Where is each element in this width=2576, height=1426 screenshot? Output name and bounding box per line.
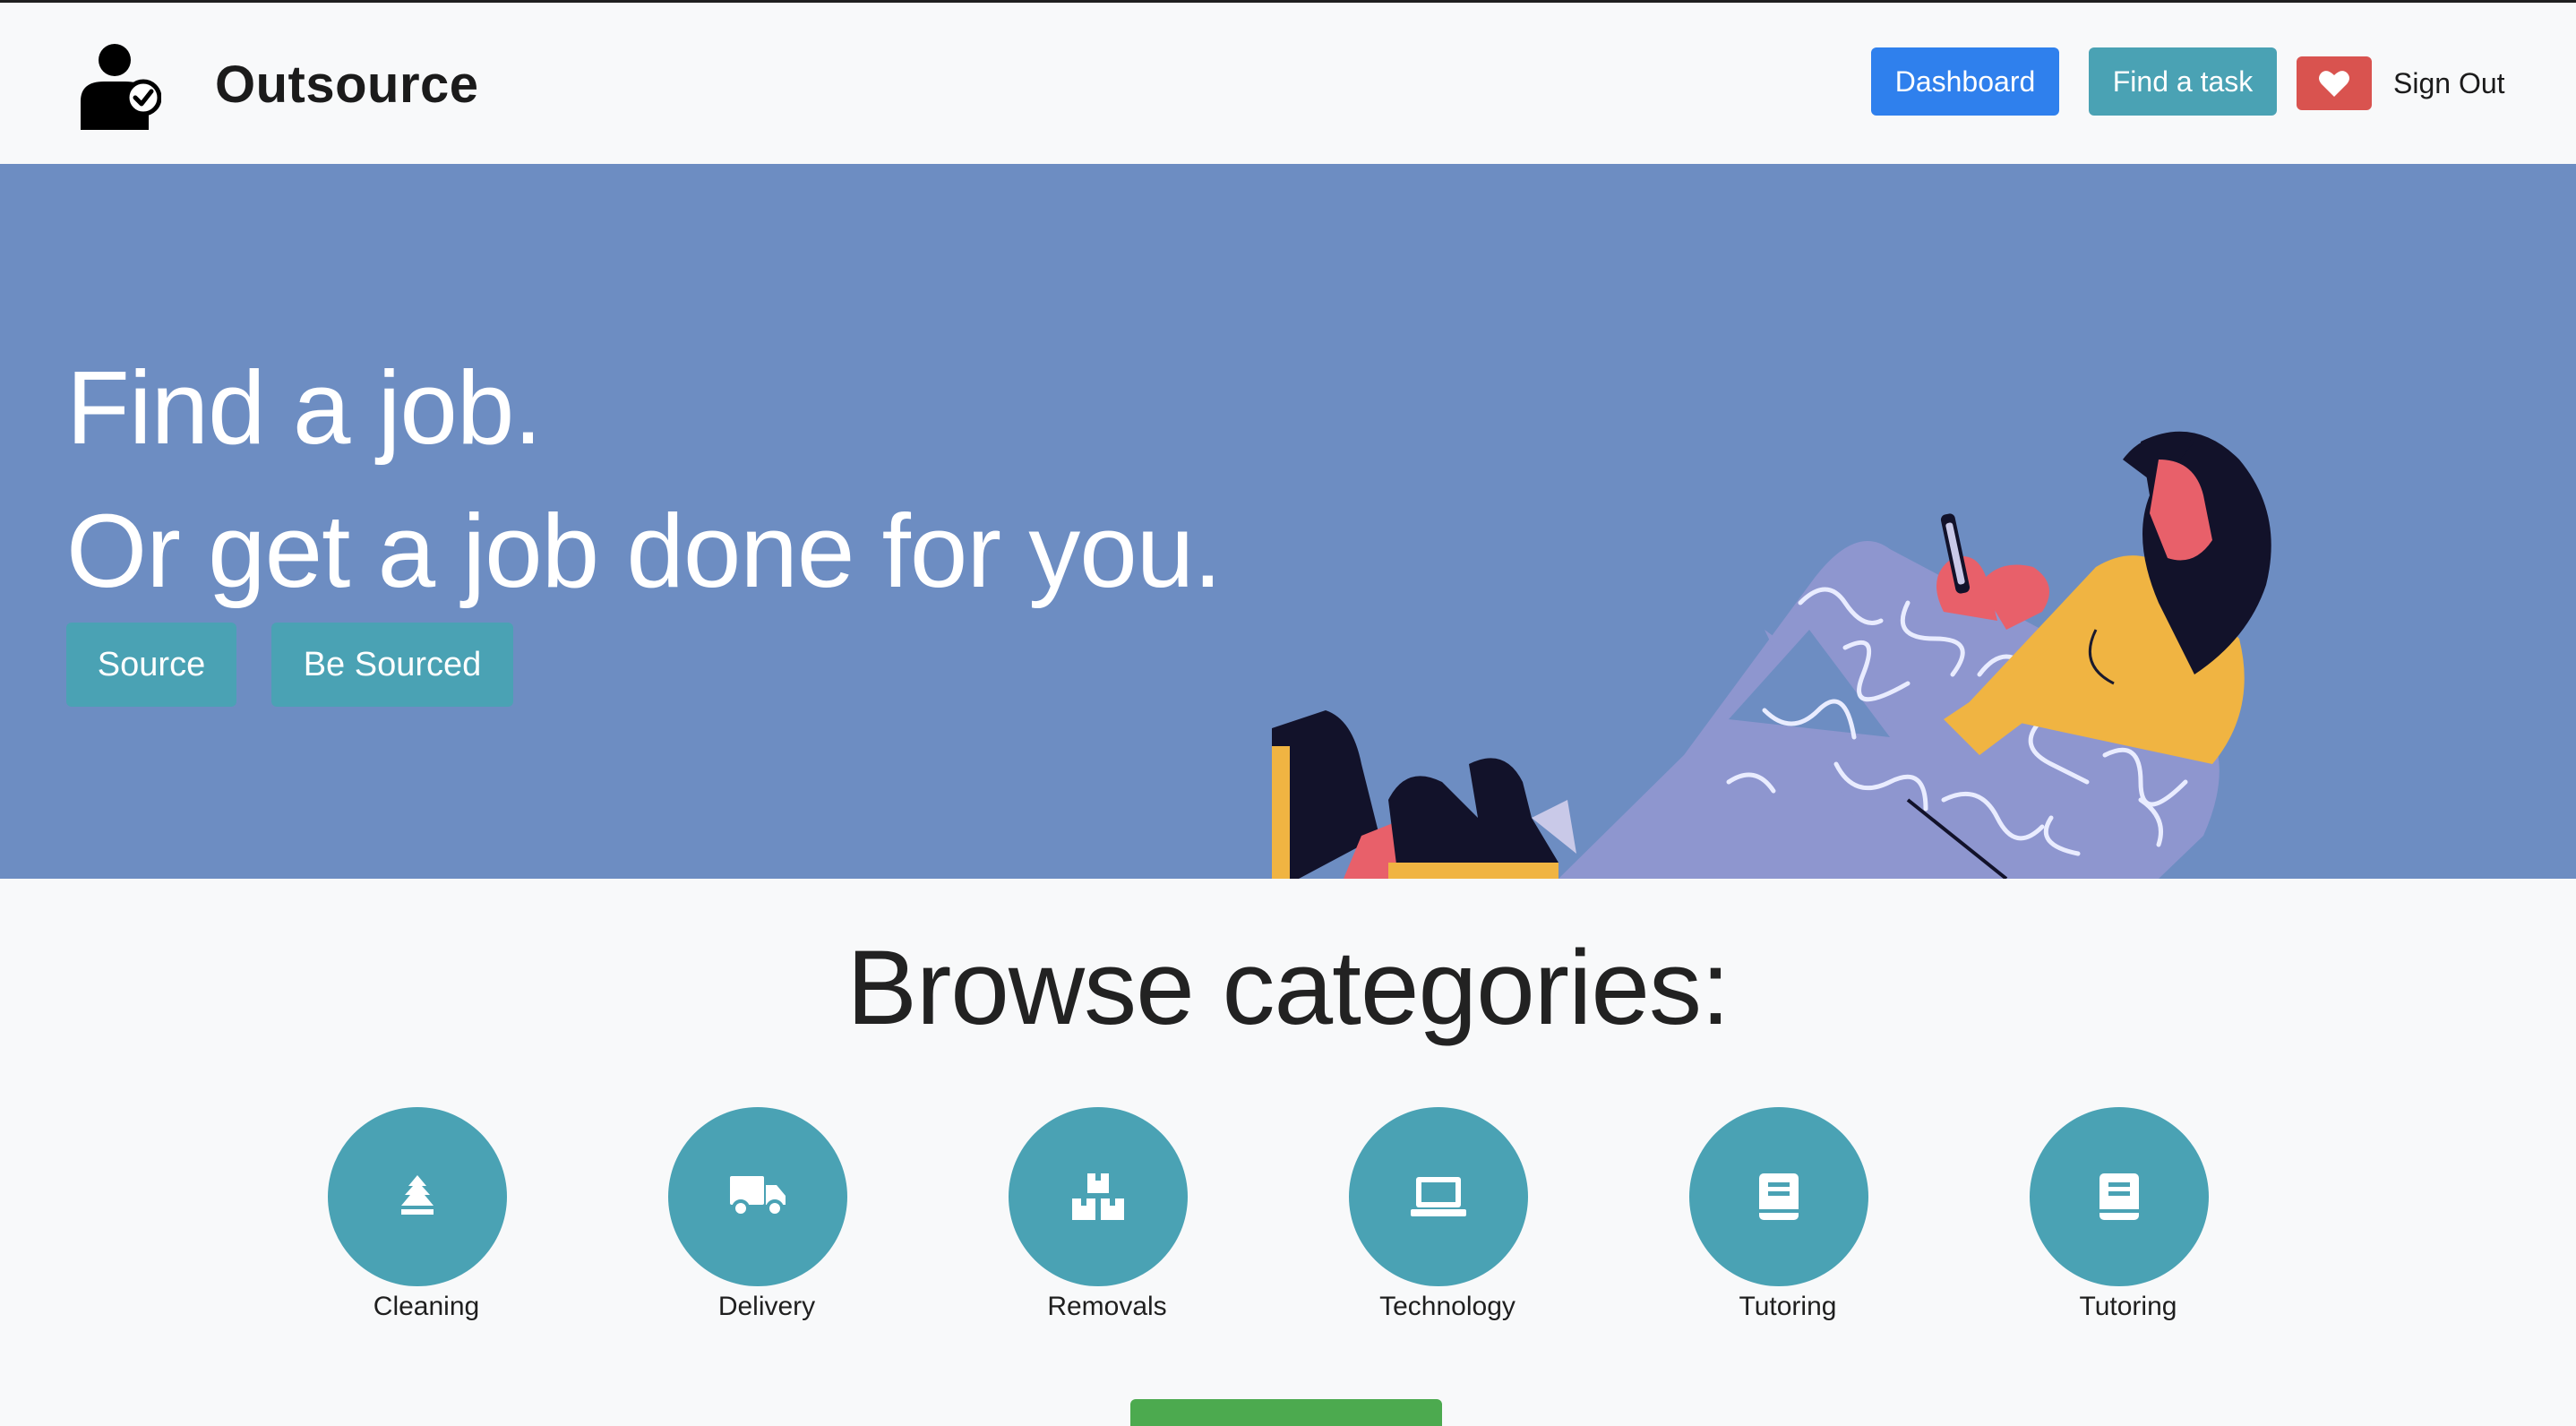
favorites-button[interactable] xyxy=(2297,56,2372,110)
truck-icon xyxy=(730,1176,786,1217)
category-label: Tutoring xyxy=(2079,1292,2177,1321)
boxes-icon xyxy=(1072,1173,1124,1220)
heart-icon xyxy=(2319,71,2349,97)
category-tutoring-2-button[interactable] xyxy=(2030,1107,2209,1286)
person-check-icon[interactable] xyxy=(79,40,161,130)
hero-subheadline: Or get a job done for you. xyxy=(66,493,1222,609)
woman-with-phone-illustration xyxy=(1272,431,2271,879)
find-task-button[interactable]: Find a task xyxy=(2089,47,2277,116)
category-label: Delivery xyxy=(717,1292,816,1321)
category-cleaning[interactable]: Cleaning xyxy=(310,1107,525,1331)
dashboard-button[interactable]: Dashboard xyxy=(1871,47,2059,116)
category-tutoring[interactable]: Tutoring xyxy=(1671,1107,1886,1331)
navbar: Outsource Dashboard Find a task Sign Out xyxy=(0,3,2576,164)
partial-green-button[interactable] xyxy=(1130,1399,1442,1426)
category-removals-button[interactable] xyxy=(1009,1107,1188,1286)
brand-name[interactable]: Outsource xyxy=(215,55,479,115)
be-sourced-button[interactable]: Be Sourced xyxy=(271,623,513,707)
category-tutoring-2[interactable]: Tutoring xyxy=(2012,1107,2227,1331)
book-icon xyxy=(2099,1173,2139,1220)
tree-icon xyxy=(401,1175,434,1215)
category-tutoring-button[interactable] xyxy=(1689,1107,1868,1286)
category-label: Removals xyxy=(1047,1292,1167,1321)
source-button[interactable]: Source xyxy=(66,623,236,707)
sign-out-link[interactable]: Sign Out xyxy=(2393,67,2505,100)
laptop-icon xyxy=(1411,1177,1466,1216)
category-delivery-button[interactable] xyxy=(668,1107,847,1286)
hero-banner: Find a job. Or get a job done for you. S… xyxy=(0,164,2576,879)
category-label: Technology xyxy=(1379,1292,1516,1321)
category-delivery[interactable]: Delivery xyxy=(650,1107,865,1331)
categories-title: Browse categories: xyxy=(846,929,1730,1047)
category-label: Tutoring xyxy=(1739,1292,1837,1321)
category-cleaning-button[interactable] xyxy=(328,1107,507,1286)
book-icon xyxy=(1759,1173,1799,1220)
category-technology-button[interactable] xyxy=(1349,1107,1528,1286)
category-removals[interactable]: Removals xyxy=(991,1107,1206,1331)
category-technology[interactable]: Technology xyxy=(1331,1107,1546,1331)
category-label: Cleaning xyxy=(373,1292,480,1321)
hero-headline: Find a job. xyxy=(66,349,543,466)
